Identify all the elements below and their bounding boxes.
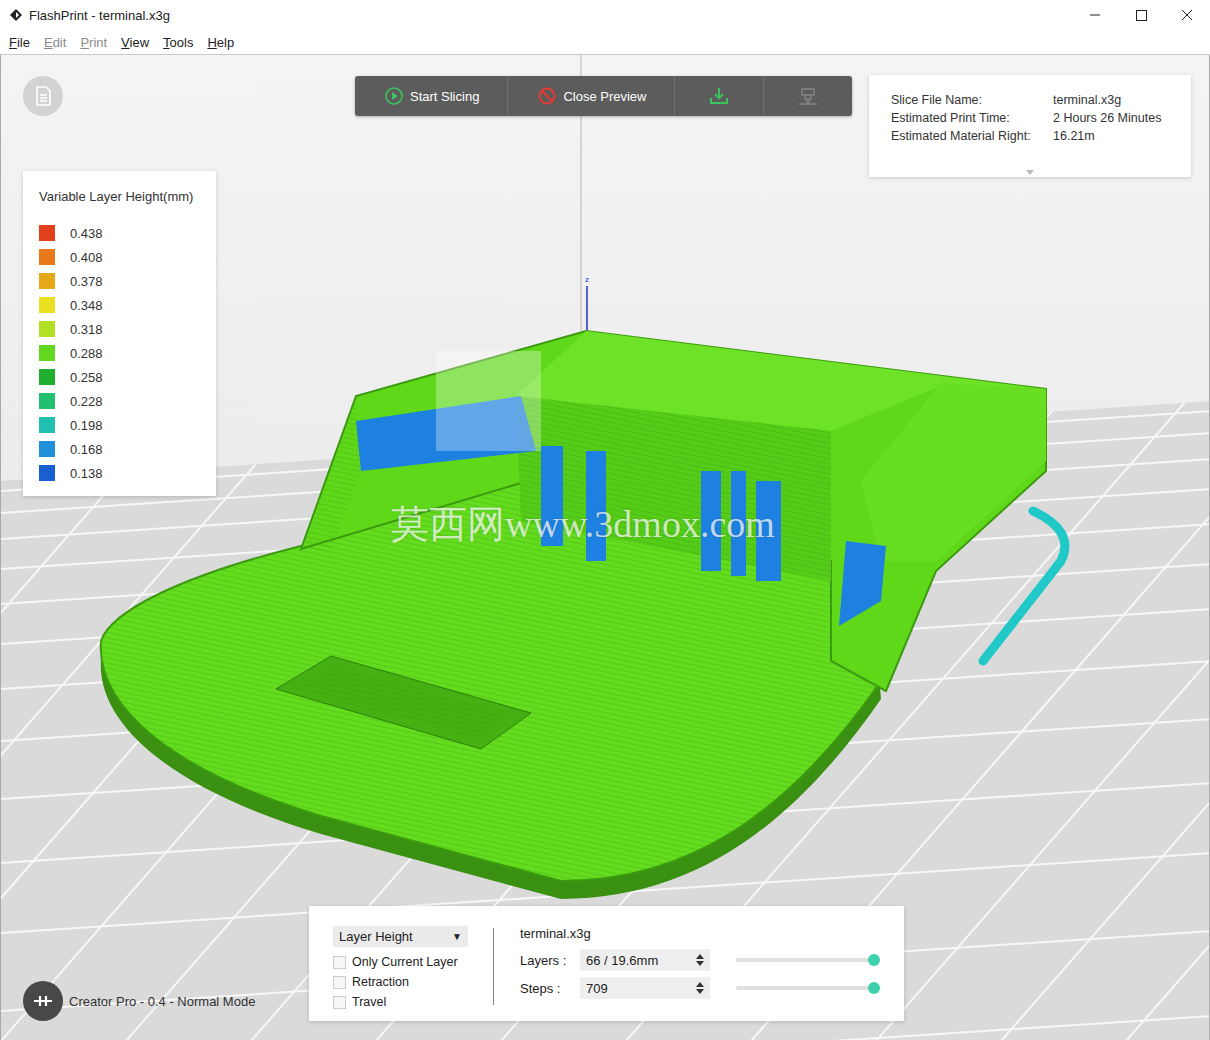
menu-item[interactable]: View [116,35,154,50]
export-button[interactable] [675,76,764,116]
color-swatch [39,417,55,433]
layer-height-legend: Variable Layer Height(mm) 0.438 0.408 0.… [23,171,216,496]
layer-control-row: Steps : 709 [520,977,884,999]
file-name: terminal.x3g [520,926,884,941]
flashprint-window: FlashPrint - terminal.x3g File Edit Print V… [0,0,1210,1040]
info-value: 16.21m [1053,129,1181,143]
info-label: Estimated Material Right: [891,129,1053,143]
option-checkbox[interactable]: Travel [333,993,493,1011]
grid [1,401,1210,1040]
3d-viewport[interactable]: z Start Slicing Close Preview Slice File… [0,55,1210,1040]
menu-item[interactable]: Help [202,35,239,50]
color-swatch [39,249,55,265]
spin-arrows-icon[interactable] [696,981,704,995]
legend-title: Variable Layer Height(mm) [39,189,206,204]
display-mode-dropdown[interactable]: Layer Height ▼ [333,926,468,947]
color-swatch [39,393,55,409]
color-swatch [39,345,55,361]
close-preview-button[interactable]: Close Preview [508,76,675,116]
color-swatch [39,321,55,337]
slice-info-panel: Slice File Name: terminal.x3gEstimated P… [869,75,1191,177]
collapse-icon[interactable] [1026,170,1034,175]
menu-bar: File Edit Print View Tools Help [0,30,1210,55]
legend-item: 0.408 [39,245,206,269]
layer-control-row: Layers : 66 / 19.6mm [520,949,884,971]
window-title: FlashPrint - terminal.x3g [29,8,1066,23]
printer-status: Creator Pro - 0.4 - Normal Mode [69,994,255,1009]
printer-head-icon [797,86,819,106]
spin-field[interactable]: 66 / 19.6mm [580,949,710,971]
color-swatch [39,441,55,457]
printer-connect-icon[interactable] [23,981,63,1021]
preview-panel: Layer Height ▼ Only Current Layer Retrac… [309,906,904,1021]
menu-item[interactable]: Edit [39,35,71,50]
legend-item: 0.138 [39,461,206,485]
legend-item: 0.378 [39,269,206,293]
legend-item: 0.198 [39,413,206,437]
legend-item: 0.318 [39,317,206,341]
download-icon [709,87,729,105]
status-bar: Creator Pro - 0.4 - Normal Mode [23,981,255,1021]
start-slicing-button[interactable]: Start Slicing [355,76,508,116]
legend-item: 0.288 [39,341,206,365]
option-checkbox[interactable]: Retraction [333,973,493,991]
menu-item[interactable]: File [4,35,35,50]
app-logo-icon [9,8,23,22]
prohibit-icon [538,87,556,105]
slider[interactable] [736,958,874,962]
close-icon[interactable] [1164,0,1210,30]
legend-item: 0.258 [39,365,206,389]
axis-label: z [585,275,589,284]
z-axis [586,286,588,333]
info-label: Estimated Print Time: [891,111,1053,125]
color-swatch [39,273,55,289]
info-value: terminal.x3g [1053,93,1181,107]
menu-item[interactable]: Tools [158,35,198,50]
title-bar: FlashPrint - terminal.x3g [0,0,1210,30]
play-icon [385,87,403,105]
toolbar: Start Slicing Close Preview [355,76,852,116]
sliced-model[interactable] [101,331,1065,899]
color-swatch [39,369,55,385]
legend-item: 0.168 [39,437,206,461]
menu-item[interactable]: Print [75,35,112,50]
color-swatch [39,465,55,481]
info-value: 2 Hours 26 Minutes [1053,111,1181,125]
slider[interactable] [736,986,874,990]
info-label: Slice File Name: [891,93,1053,107]
minimize-icon[interactable] [1072,0,1118,30]
spin-arrows-icon[interactable] [696,953,704,967]
option-checkbox[interactable]: Only Current Layer [333,953,493,971]
spin-field[interactable]: 709 [580,977,710,999]
document-icon[interactable] [23,76,63,116]
watermark: 莫西网www.3dmox.com [391,499,775,550]
legend-item: 0.438 [39,221,206,245]
maximize-icon[interactable] [1118,0,1164,30]
print-button[interactable] [764,76,852,116]
color-swatch [39,225,55,241]
legend-item: 0.348 [39,293,206,317]
build-plate [1,401,1210,1040]
legend-item: 0.228 [39,389,206,413]
color-swatch [39,297,55,313]
